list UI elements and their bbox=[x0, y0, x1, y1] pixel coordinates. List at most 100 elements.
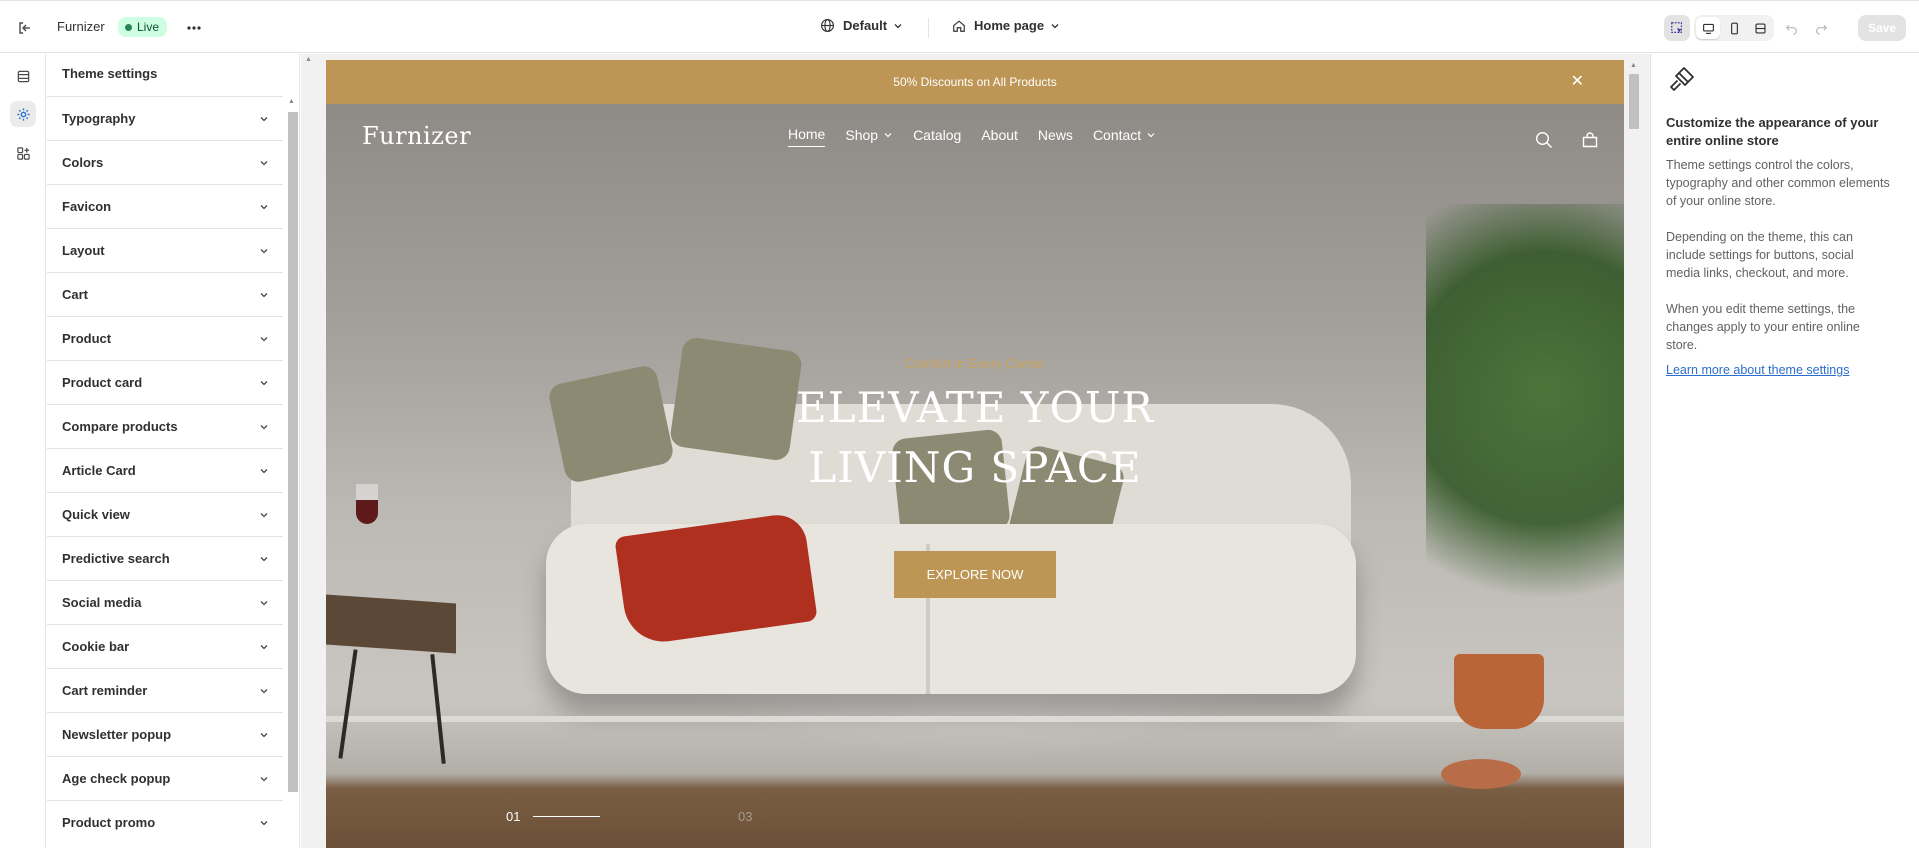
status-badge: Live bbox=[118, 17, 168, 37]
accordion-label: Compare products bbox=[62, 419, 178, 434]
announcement-text: 50% Discounts on All Products bbox=[893, 75, 1057, 89]
settings-accordion-item[interactable]: Cart bbox=[47, 272, 283, 316]
plant-saucer-image bbox=[1441, 759, 1521, 789]
accordion-label: Cookie bar bbox=[62, 639, 130, 654]
inspector-toggle-icon[interactable] bbox=[1664, 15, 1690, 41]
panel-scrollbar[interactable]: ▲ bbox=[286, 98, 298, 838]
chevron-down-icon bbox=[260, 380, 268, 385]
accordion-label: Product card bbox=[62, 375, 143, 390]
redo-icon[interactable] bbox=[1808, 15, 1834, 41]
desktop-view-icon[interactable] bbox=[1696, 17, 1720, 39]
scroll-up-icon[interactable]: ▲ bbox=[288, 98, 295, 105]
nav-item-contact[interactable]: Contact bbox=[1093, 126, 1156, 147]
mobile-view-icon[interactable] bbox=[1722, 17, 1746, 39]
settings-accordion-item[interactable]: Cart reminder bbox=[47, 668, 283, 712]
settings-accordion-item[interactable]: Favicon bbox=[47, 184, 283, 228]
toolbar-divider bbox=[928, 18, 929, 38]
settings-accordion-item[interactable]: Newsletter popup bbox=[47, 712, 283, 756]
chevron-down-icon bbox=[260, 292, 268, 297]
slide-progress-line bbox=[533, 816, 600, 817]
settings-accordion-item[interactable]: Age check popup bbox=[47, 756, 283, 800]
nav-item-label: Home bbox=[788, 126, 826, 142]
table-leg bbox=[338, 649, 358, 759]
page-selector[interactable]: Home page bbox=[952, 18, 1068, 33]
theme-selector[interactable]: Default bbox=[820, 18, 911, 33]
accordion-label: Predictive search bbox=[62, 551, 170, 566]
info-title: Customize the appearance of your entire … bbox=[1666, 115, 1879, 148]
accordion-label: Social media bbox=[62, 595, 142, 610]
scrollbar-thumb[interactable] bbox=[288, 112, 298, 792]
accordion-label: Product bbox=[62, 331, 112, 346]
live-dot-icon bbox=[125, 23, 132, 31]
accordion-label: Colors bbox=[62, 155, 104, 170]
scroll-up-icon[interactable]: ▲ bbox=[1630, 62, 1637, 69]
save-button[interactable]: Save bbox=[1858, 15, 1906, 41]
side-table-image bbox=[326, 594, 456, 654]
chevron-down-icon bbox=[260, 820, 268, 825]
settings-accordion-item[interactable]: Typography bbox=[47, 96, 283, 140]
top-bar: Furnizer Live Default Home page Save bbox=[0, 0, 1919, 53]
close-icon[interactable]: ✕ bbox=[1571, 74, 1584, 90]
settings-accordion-item[interactable]: Cookie bar bbox=[47, 624, 283, 668]
explore-now-button[interactable]: EXPLORE NOW bbox=[894, 551, 1056, 598]
app-embeds-icon[interactable] bbox=[10, 140, 36, 166]
sections-icon[interactable] bbox=[10, 63, 36, 89]
nav-item-catalog[interactable]: Catalog bbox=[913, 126, 961, 147]
site-header: Furnizer Home Shop Catalog About News Contact bbox=[326, 104, 1624, 174]
theme-settings-icon[interactable] bbox=[10, 101, 36, 127]
scroll-up-icon[interactable]: ▲ bbox=[305, 56, 312, 63]
settings-accordion-item[interactable]: Quick view bbox=[47, 492, 283, 536]
preview-scrollbar[interactable]: ▲ bbox=[1627, 60, 1641, 848]
settings-accordion-item[interactable]: Layout bbox=[47, 228, 283, 272]
nav-item-news[interactable]: News bbox=[1038, 126, 1073, 147]
scrollbar-thumb[interactable] bbox=[1629, 74, 1639, 129]
store-preview: 50% Discounts on All Products ✕ Furnizer… bbox=[326, 60, 1624, 848]
learn-more-link[interactable]: Learn more about theme settings bbox=[1666, 363, 1849, 377]
cart-icon[interactable] bbox=[1581, 131, 1599, 154]
settings-accordion-item[interactable]: Compare products bbox=[47, 404, 283, 448]
store-logo[interactable]: Furnizer bbox=[362, 122, 471, 150]
nav-item-home[interactable]: Home bbox=[788, 126, 826, 147]
nav-item-about[interactable]: About bbox=[981, 126, 1018, 147]
chevron-down-icon bbox=[260, 732, 268, 737]
exit-icon[interactable] bbox=[14, 17, 36, 39]
plant-pot-image bbox=[1454, 654, 1544, 729]
chevron-down-icon bbox=[260, 248, 268, 253]
status-badge-label: Live bbox=[137, 20, 160, 34]
nav-item-shop[interactable]: Shop bbox=[845, 126, 893, 147]
slide-total-number[interactable]: 03 bbox=[738, 809, 752, 824]
chevron-down-icon bbox=[260, 600, 268, 605]
settings-accordion-item[interactable]: Colors bbox=[47, 140, 283, 184]
chevron-down-icon bbox=[260, 468, 268, 473]
home-icon bbox=[953, 19, 965, 32]
settings-accordion-item[interactable]: Article Card bbox=[47, 448, 283, 492]
nav-item-label: Contact bbox=[1092, 126, 1142, 143]
settings-accordion-item[interactable]: Product promo bbox=[47, 800, 283, 844]
chevron-down-icon bbox=[1147, 132, 1155, 137]
settings-accordion-item[interactable]: Predictive search bbox=[47, 536, 283, 580]
more-actions-icon[interactable] bbox=[183, 17, 205, 39]
info-paragraph: Depending on the theme, this can include… bbox=[1666, 230, 1854, 280]
theme-selector-label: Default bbox=[843, 18, 888, 33]
chevron-down-icon bbox=[260, 160, 268, 165]
settings-accordion-list: Typography Colors Favicon Layout Cart Product… bbox=[47, 96, 283, 844]
search-icon[interactable] bbox=[1535, 131, 1553, 154]
hero-subtitle: Comfort in Every Corner bbox=[904, 356, 1046, 371]
info-paragraph: Theme settings control the colors, typog… bbox=[1666, 158, 1890, 208]
accordion-label: Cart bbox=[62, 287, 89, 302]
chevron-down-icon bbox=[260, 204, 268, 209]
settings-accordion-item[interactable]: Social media bbox=[47, 580, 283, 624]
accordion-label: Favicon bbox=[62, 199, 112, 214]
store-name: Furnizer bbox=[57, 19, 105, 34]
chevron-down-icon bbox=[260, 776, 268, 781]
fullscreen-view-icon[interactable] bbox=[1748, 17, 1772, 39]
nav-item-label: About bbox=[981, 126, 1018, 143]
hero-title: ELEVATE YOUR LIVING SPACE bbox=[326, 378, 1624, 498]
settings-accordion-item[interactable]: Product card bbox=[47, 360, 283, 404]
accordion-label: Layout bbox=[62, 243, 105, 258]
info-paragraph: When you edit theme settings, the change… bbox=[1666, 302, 1860, 352]
settings-accordion-item[interactable]: Product bbox=[47, 316, 283, 360]
baseboard bbox=[326, 716, 1624, 722]
chevron-down-icon bbox=[884, 132, 892, 137]
undo-icon[interactable] bbox=[1778, 15, 1804, 41]
